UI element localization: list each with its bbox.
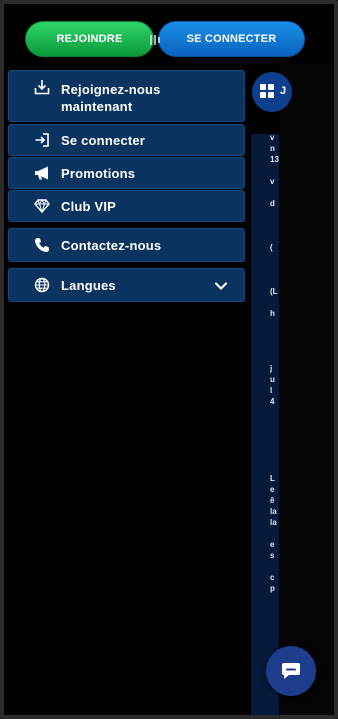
background-text-fragment [270, 462, 284, 473]
background-text-fragment: la [270, 507, 277, 516]
background-text-fragment: h [270, 309, 275, 318]
menu-item-label: Promotions [61, 165, 136, 181]
background-text-fragment [270, 231, 284, 242]
background-text-fragment [270, 220, 284, 231]
background-text-fragment: 4 [270, 397, 275, 406]
diamond-icon [33, 197, 51, 215]
background-text-fragment [270, 429, 284, 440]
join-button[interactable]: REJOINDRE [25, 21, 154, 57]
download-icon [33, 78, 51, 96]
app-frame: REJOINDRE SE CONNECTER J v n 13 v d((L h j u l 4 L… [0, 0, 338, 719]
background-text-fragment: ( [270, 243, 273, 252]
background-text-fragment [270, 297, 284, 308]
background-page [280, 64, 334, 715]
menu-item-label: Rejoignez-nous maintenant [61, 82, 161, 114]
background-text-fragment: 13 [270, 155, 279, 164]
menu-item-label: Langues [61, 277, 116, 293]
background-text-fragment: u [270, 375, 275, 384]
chat-launcher-button[interactable] [266, 646, 316, 696]
menu-item-login[interactable]: Se connecter [8, 124, 245, 156]
categories-chip[interactable]: J [252, 72, 292, 112]
background-text-fragment: p [270, 584, 275, 593]
background-text-fragment: e [270, 540, 275, 549]
chevron-down-icon[interactable] [214, 279, 228, 293]
menu-item-languages[interactable]: Langues [8, 268, 245, 302]
globe-icon [33, 276, 51, 294]
background-text-column: v n 13 v d((L h j u l 4 Le ê la la e s c p [270, 132, 284, 594]
background-text-fragment [270, 253, 284, 264]
background-text-fragment: l [270, 386, 273, 395]
background-text-fragment [270, 275, 284, 286]
menu-item-promotions[interactable]: Promotions [8, 157, 245, 189]
background-text-fragment [270, 341, 284, 352]
background-text-fragment [270, 209, 284, 220]
background-text-fragment [270, 330, 284, 341]
menu-item-join[interactable]: Rejoignez-nous maintenant [8, 70, 245, 122]
background-text-fragment [270, 407, 284, 418]
background-text-fragment [270, 528, 284, 539]
background-text-fragment [270, 418, 284, 429]
background-text-fragment [270, 165, 284, 176]
background-text-fragment: n [270, 144, 275, 153]
background-text-fragment [270, 440, 284, 451]
phone-icon [33, 236, 51, 254]
megaphone-icon [33, 164, 51, 182]
menu-item-club-vip[interactable]: Club VIP [8, 190, 245, 222]
background-text-fragment: (L [270, 287, 278, 296]
background-text-fragment: j [270, 364, 273, 373]
login-button[interactable]: SE CONNECTER [158, 21, 305, 57]
menu-item-label: Se connecter [61, 132, 146, 148]
background-text-fragment: L [270, 474, 275, 483]
background-text-fragment [270, 187, 284, 198]
background-text-fragment [270, 561, 284, 572]
background-text-fragment [270, 264, 284, 275]
background-text-fragment: c [270, 573, 275, 582]
chip-letter: J [280, 85, 287, 97]
background-text-fragment: la [270, 518, 277, 527]
menu-item-contact[interactable]: Contactez-nous [8, 228, 245, 262]
background-text-fragment [270, 451, 284, 462]
menu-item-label: Club VIP [61, 198, 117, 214]
background-text-fragment: e [270, 485, 275, 494]
chat-bubble-icon [282, 663, 300, 679]
background-text-fragment: s [270, 551, 275, 560]
background-text-fragment: v [270, 133, 275, 142]
background-text-fragment: ê [270, 496, 275, 505]
grid-icon [260, 84, 274, 98]
background-text-fragment [270, 319, 284, 330]
menu-item-label: Contactez-nous [61, 237, 162, 253]
background-text-fragment [270, 352, 284, 363]
background-text-fragment: d [270, 199, 275, 208]
login-icon [33, 131, 51, 149]
background-text-fragment: v [270, 177, 275, 186]
decorative-mark-icon [150, 35, 160, 45]
